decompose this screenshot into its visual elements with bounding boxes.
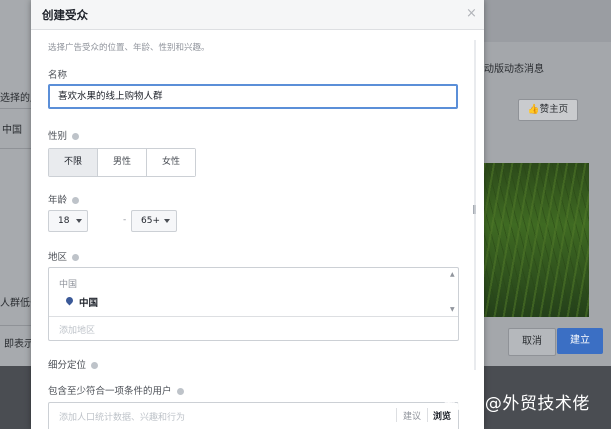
dialog-title: 创建受众	[42, 8, 88, 22]
thumbs-up-icon: 👍	[527, 104, 540, 115]
region-label: 地区	[48, 249, 80, 263]
info-icon[interactable]	[176, 388, 184, 395]
include-label: 包含至少符合一项条件的用户	[48, 383, 184, 397]
background-right-header	[484, 0, 611, 42]
background-label: 即表示	[4, 339, 34, 350]
region-list[interactable]: 中国 中国 ▲ ▼	[49, 268, 458, 317]
name-label: 名称	[48, 70, 68, 81]
divider	[427, 408, 428, 422]
caret-down-icon	[164, 219, 170, 223]
region-selector: 中国 中国 ▲ ▼ 添加地区	[48, 267, 459, 341]
dialog-header: 创建受众 ×	[31, 0, 484, 30]
detailed-targeting-box: 添加人口统计数据、兴趣和行为 建议 浏览	[48, 402, 459, 429]
age-max-value: 65+	[141, 216, 160, 226]
gender-option-female[interactable]: 女性	[147, 149, 195, 176]
gender-selector: 不限 男性 女性	[48, 148, 196, 177]
gender-option-male[interactable]: 男性	[98, 149, 147, 176]
gender-option-all[interactable]: 不限	[49, 149, 98, 176]
age-label: 年龄	[48, 192, 80, 206]
create-audience-dialog: 创建受众 × 选择广告受众的位置、年龄、性别和兴趣。 名称 喜欢水果的线上购物人…	[31, 0, 484, 429]
suggestions-button[interactable]: 建议	[403, 409, 421, 422]
add-region-input[interactable]: 添加地区	[59, 323, 95, 336]
info-icon[interactable]	[72, 197, 80, 204]
scrollbar-grip[interactable]: ‖	[472, 205, 477, 215]
preview-image	[484, 163, 589, 317]
region-list-header: 中国	[59, 280, 78, 290]
divider	[396, 408, 397, 422]
watermark: 知乎 @外贸技术佬	[444, 394, 590, 414]
background-create-button[interactable]: 建立	[557, 328, 603, 354]
caret-down-icon	[76, 219, 82, 223]
info-icon[interactable]	[91, 362, 99, 369]
region-label-text: 地区	[48, 252, 68, 263]
background-preview-header: 动版动态消息	[484, 64, 544, 75]
close-icon[interactable]: ×	[466, 6, 477, 21]
gender-label: 性别	[48, 128, 80, 142]
age-separator: -	[123, 215, 127, 225]
audience-name-input[interactable]: 喜欢水果的线上购物人群	[48, 84, 458, 109]
info-icon[interactable]	[72, 254, 80, 261]
background-label: 中国	[2, 125, 22, 136]
like-page-button[interactable]: 👍赞主页	[518, 99, 578, 121]
dialog-hint: 选择广告受众的位置、年龄、性别和兴趣。	[48, 43, 210, 53]
age-label-text: 年龄	[48, 195, 68, 206]
detailed-targeting-label: 细分定位	[48, 357, 99, 371]
age-min-select[interactable]: 18	[48, 210, 88, 232]
age-min-value: 18	[58, 216, 70, 226]
info-icon[interactable]	[72, 133, 80, 140]
region-item[interactable]: 中国	[79, 295, 98, 309]
scroll-down-icon[interactable]: ▼	[450, 306, 455, 313]
gender-label-text: 性别	[48, 131, 68, 142]
detailed-targeting-input[interactable]: 添加人口统计数据、兴趣和行为	[59, 410, 185, 423]
background-cancel-button[interactable]: 取消	[508, 328, 556, 356]
like-page-label: 赞主页	[539, 104, 569, 115]
age-max-select[interactable]: 65+	[131, 210, 177, 232]
scroll-up-icon[interactable]: ▲	[450, 271, 455, 278]
map-pin-icon	[64, 295, 75, 306]
include-label-text: 包含至少符合一项条件的用户	[48, 386, 172, 397]
detailed-targeting-label-text: 细分定位	[48, 360, 87, 371]
